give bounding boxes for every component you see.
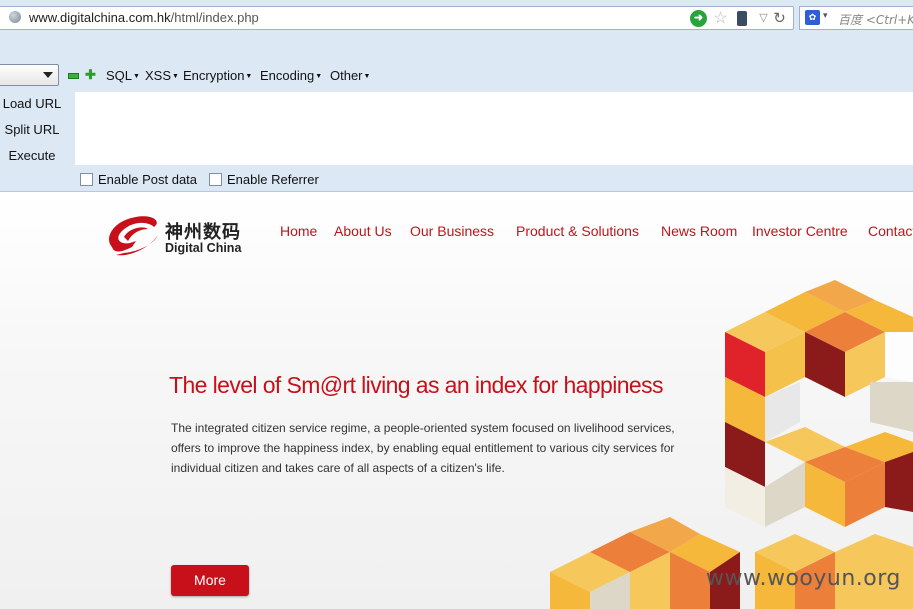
nav-home[interactable]: Home — [280, 223, 317, 239]
post-data-label: Enable Post data — [98, 172, 198, 187]
nav-about-us[interactable]: About Us — [334, 223, 392, 239]
address-bar[interactable]: www.digitalchina.com.hk/html/index.php ➜… — [0, 6, 794, 30]
increase-icon[interactable]: ✚ — [85, 68, 96, 81]
referrer-label: Enable Referrer — [227, 172, 319, 187]
search-placeholder: 百度 <Ctrl+K> — [838, 13, 913, 27]
decrease-icon[interactable] — [68, 73, 79, 79]
reload-icon[interactable]: ↻ — [771, 10, 788, 27]
logo-swirl-icon — [109, 216, 158, 256]
hackbar-select[interactable] — [0, 64, 59, 86]
hero-description-line: offers to improve the happiness index, b… — [171, 441, 675, 455]
browser-toolbar: www.digitalchina.com.hk/html/index.php ➜… — [0, 0, 913, 38]
web-page: 神州数码 Digital China Home About Us Our Bus… — [0, 192, 913, 609]
menu-xss[interactable]: XSS▼ — [145, 68, 179, 83]
hero-headline: The level of Sm@rt living as an index fo… — [169, 372, 664, 398]
post-data-checkbox[interactable] — [80, 173, 93, 186]
menu-encoding[interactable]: Encoding▼ — [260, 68, 322, 83]
more-button[interactable]: More — [171, 565, 249, 596]
split-url-button[interactable]: Split URL — [0, 122, 64, 137]
watermark-text: www.wooyun.org — [706, 566, 901, 591]
nav-investor-centre[interactable]: Investor Centre — [752, 223, 848, 239]
nav-product-solutions[interactable]: Product & Solutions — [516, 223, 639, 239]
baidu-paw-icon[interactable]: ✿ — [805, 10, 820, 25]
menu-sql[interactable]: SQL▼ — [106, 68, 140, 83]
menu-other[interactable]: Other▼ — [330, 68, 370, 83]
digital-china-logo[interactable]: 神州数码 Digital China — [102, 210, 242, 262]
url-text[interactable]: www.digitalchina.com.hk/html/index.php — [29, 10, 259, 25]
nav-our-business[interactable]: Our Business — [410, 223, 494, 239]
bookmark-star-icon[interactable]: ☆ — [712, 10, 729, 27]
nav-news-room[interactable]: News Room — [661, 223, 737, 239]
hero-description-line: individual citizen and takes care of all… — [171, 461, 505, 475]
search-input[interactable]: ✿ ▾ 百度 <Ctrl+K> — [799, 6, 913, 30]
hackbar-url-textarea[interactable] — [75, 92, 913, 165]
globe-icon — [9, 11, 21, 23]
go-arrow-icon[interactable]: ➜ — [690, 10, 707, 27]
nav-contact[interactable]: Contact — [868, 223, 913, 239]
logo-english-text: Digital China — [165, 241, 242, 255]
chevron-down-icon[interactable]: ▽ — [755, 10, 772, 27]
hackbar-panel: ✚ SQL▼ XSS▼ Encryption▼ Encoding▼ Other▼… — [0, 38, 913, 192]
mobile-device-icon[interactable] — [737, 11, 747, 26]
hero-description-line: The integrated citizen service regime, a… — [171, 421, 675, 435]
hero-description: The integrated citizen service regime, a… — [171, 418, 691, 478]
load-url-button[interactable]: Load URL — [0, 96, 64, 111]
execute-button[interactable]: Execute — [0, 148, 64, 163]
referrer-checkbox[interactable] — [209, 173, 222, 186]
chevron-down-icon[interactable]: ▾ — [823, 10, 828, 21]
menu-encryption[interactable]: Encryption▼ — [183, 68, 252, 83]
